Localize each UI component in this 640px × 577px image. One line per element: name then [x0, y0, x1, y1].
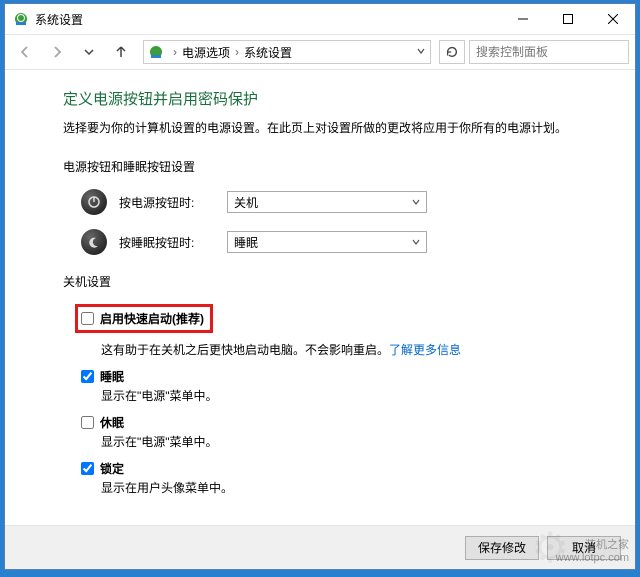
- checkbox-description: 这有助于在关机之后更快地启动电脑。不会影响重启。了解更多信息: [101, 341, 611, 358]
- close-button[interactable]: [590, 4, 635, 34]
- checkbox-description: 显示在"电源"菜单中。: [101, 387, 611, 404]
- page-description: 选择要为你的计算机设置的电源设置。在此页上对设置所做的更改将应用于你所有的电源计…: [63, 119, 611, 136]
- shutdown-settings-list: 启用快速启动(推荐) 这有助于在关机之后更快地启动电脑。不会影响重启。了解更多信息…: [81, 304, 611, 496]
- page-title: 定义电源按钮并启用密码保护: [63, 88, 611, 109]
- sleep-button-row: 按睡眠按钮时: 睡眠: [81, 229, 611, 255]
- checkbox-fast_startup[interactable]: [81, 312, 94, 325]
- shutdown-item-sleep: 睡眠显示在"电源"菜单中。: [81, 368, 611, 404]
- shutdown-item-fast_startup: 启用快速启动(推荐) 这有助于在关机之后更快地启动电脑。不会影响重启。了解更多信息: [81, 304, 611, 358]
- power-button-value: 关机: [234, 194, 258, 211]
- checkbox-hibernate[interactable]: [81, 416, 94, 429]
- breadcrumb[interactable]: › 电源选项 › 系统设置: [143, 40, 431, 64]
- learn-more-link[interactable]: 了解更多信息: [389, 343, 461, 357]
- sleep-button-value: 睡眠: [234, 234, 258, 251]
- power-button-select[interactable]: 关机: [227, 191, 427, 213]
- checkbox-description: 显示在"电源"菜单中。: [101, 433, 611, 450]
- window-title: 系统设置: [35, 11, 500, 28]
- checkbox-row: 休眠: [81, 414, 611, 431]
- checkbox-label[interactable]: 启用快速启动(推荐): [100, 310, 204, 327]
- shutdown-item-lock: 锁定显示在用户头像菜单中。: [81, 460, 611, 496]
- checkbox-label[interactable]: 休眠: [100, 414, 124, 431]
- window: 系统设置 › 电源选项 › 系统设置: [4, 3, 636, 570]
- power-options-icon: [148, 44, 164, 60]
- back-button[interactable]: [11, 38, 39, 66]
- window-buttons: [500, 4, 635, 34]
- minimize-button[interactable]: [500, 4, 545, 34]
- chevron-down-icon[interactable]: [416, 45, 426, 59]
- sleep-button-select[interactable]: 睡眠: [227, 231, 427, 253]
- checkbox-sleep[interactable]: [81, 370, 94, 383]
- maximize-button[interactable]: [545, 4, 590, 34]
- power-button-row: 按电源按钮时: 关机: [81, 189, 611, 215]
- search-input[interactable]: [469, 40, 629, 64]
- cancel-button[interactable]: 取消: [547, 536, 621, 560]
- checkbox-row: 睡眠: [81, 368, 611, 385]
- chevron-down-icon: [412, 235, 420, 249]
- power-options-icon: [13, 11, 29, 27]
- save-button[interactable]: 保存修改: [465, 536, 539, 560]
- breadcrumb-item[interactable]: 电源选项: [182, 44, 230, 61]
- chevron-right-icon[interactable]: ›: [170, 45, 180, 59]
- chevron-down-icon: [412, 195, 420, 209]
- chevron-right-icon[interactable]: ›: [232, 45, 242, 59]
- breadcrumb-item[interactable]: 系统设置: [244, 44, 292, 61]
- sleep-button-label: 按睡眠按钮时:: [119, 234, 215, 251]
- checkbox-label[interactable]: 睡眠: [100, 368, 124, 385]
- power-button-label: 按电源按钮时:: [119, 194, 215, 211]
- section-header-buttons: 电源按钮和睡眠按钮设置: [63, 158, 611, 175]
- sleep-icon: [81, 229, 107, 255]
- power-icon: [81, 189, 107, 215]
- footer: 保存修改 取消: [5, 525, 635, 569]
- checkbox-row: 锁定: [81, 460, 611, 477]
- checkbox-description: 显示在用户头像菜单中。: [101, 479, 611, 496]
- highlight-box: 启用快速启动(推荐): [75, 304, 213, 333]
- content: 定义电源按钮并启用密码保护 选择要为你的计算机设置的电源设置。在此页上对设置所做…: [5, 70, 635, 525]
- up-button[interactable]: [107, 38, 135, 66]
- recent-locations-button[interactable]: [75, 38, 103, 66]
- section-header-shutdown: 关机设置: [63, 273, 611, 290]
- shutdown-item-hibernate: 休眠显示在"电源"菜单中。: [81, 414, 611, 450]
- checkbox-label[interactable]: 锁定: [100, 460, 124, 477]
- titlebar: 系统设置: [5, 4, 635, 34]
- refresh-button[interactable]: [439, 40, 465, 64]
- navbar: › 电源选项 › 系统设置: [5, 34, 635, 70]
- checkbox-lock[interactable]: [81, 462, 94, 475]
- forward-button[interactable]: [43, 38, 71, 66]
